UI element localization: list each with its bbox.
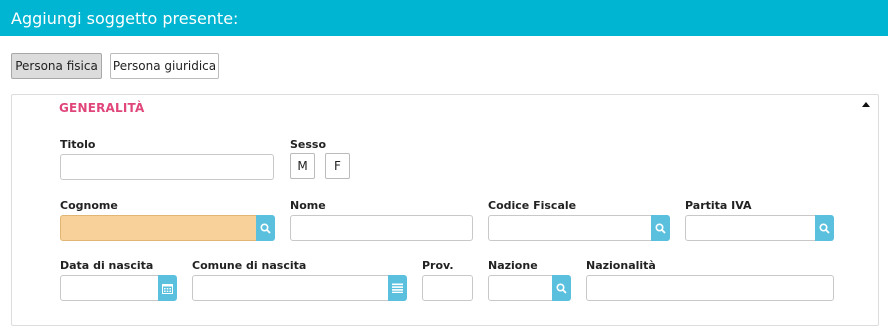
data-nascita-calendar-button[interactable] (158, 275, 177, 301)
partita-iva-input[interactable] (685, 215, 817, 241)
nazione-input[interactable] (488, 275, 554, 301)
sesso-f-button[interactable]: F (325, 153, 350, 179)
search-icon (819, 222, 830, 234)
persona-fisica-button[interactable]: Persona fisica (11, 53, 102, 79)
cognome-input[interactable] (60, 215, 258, 241)
nome-input[interactable] (290, 215, 473, 241)
page-title: Aggiungi soggetto presente: (11, 9, 239, 28)
data-nascita-input[interactable] (60, 275, 160, 301)
prov-input[interactable] (422, 275, 473, 301)
codice-fiscale-input[interactable] (488, 215, 653, 241)
calendar-icon (162, 283, 173, 294)
codice-fiscale-label: Codice Fiscale (488, 199, 577, 212)
nazionalita-label: Nazionalità (586, 259, 656, 272)
titolo-input[interactable] (60, 154, 274, 180)
search-icon (556, 282, 567, 294)
partita-iva-label: Partita IVA (685, 199, 752, 212)
comune-nascita-list-button[interactable] (388, 275, 407, 301)
data-nascita-label: Data di nascita (60, 259, 154, 272)
sesso-m-button[interactable]: M (290, 153, 315, 179)
list-icon (392, 283, 403, 293)
comune-nascita-input[interactable] (192, 275, 390, 301)
nazione-label: Nazione (488, 259, 538, 272)
search-icon (260, 222, 271, 234)
nazione-search-button[interactable] (552, 275, 571, 301)
nome-label: Nome (290, 199, 326, 212)
persona-giuridica-button[interactable]: Persona giuridica (110, 53, 219, 79)
cognome-label: Cognome (60, 199, 118, 212)
codice-fiscale-search-button[interactable] (651, 215, 670, 241)
section-title: GENERALITÀ (59, 101, 145, 115)
titolo-label: Titolo (60, 138, 96, 151)
comune-nascita-label: Comune di nascita (192, 259, 307, 272)
page-header: Aggiungi soggetto presente: (0, 0, 888, 36)
nazionalita-input[interactable] (586, 275, 834, 301)
search-icon (655, 222, 666, 234)
partita-iva-search-button[interactable] (815, 215, 834, 241)
collapse-icon[interactable] (862, 102, 870, 107)
cognome-search-button[interactable] (256, 215, 275, 241)
prov-label: Prov. (422, 259, 454, 272)
sesso-label: Sesso (290, 138, 327, 151)
